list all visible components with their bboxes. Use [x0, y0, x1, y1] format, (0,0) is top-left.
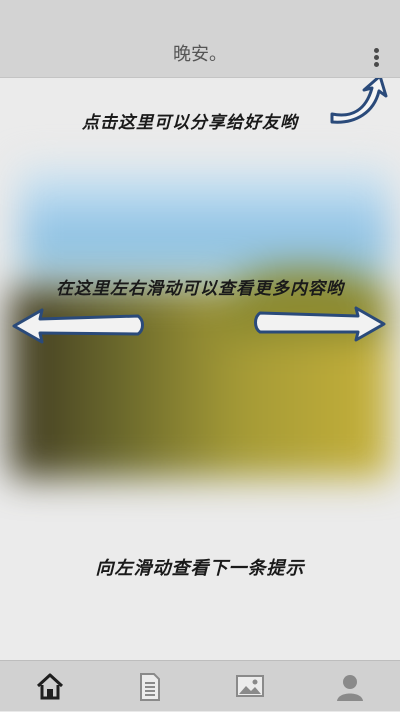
share-pointer-arrow-icon: [330, 78, 388, 124]
swipe-content-hint-text: 在这里左右滑动可以查看更多内容哟: [56, 279, 344, 299]
top-bar: 晚安。: [0, 0, 400, 78]
nav-item-home[interactable]: [0, 661, 100, 712]
content-area[interactable]: 点击这里可以分享给好友哟 在这里左右滑动可以查看更多内容哟 向左滑动查看下一条提…: [0, 78, 400, 660]
user-icon: [337, 675, 363, 701]
more-dot-bottom: [374, 62, 379, 67]
more-vertical-icon: [374, 48, 379, 53]
image-sky: [20, 168, 390, 278]
nav-item-profile[interactable]: [300, 661, 400, 712]
share-hint-text: 点击这里可以分享给好友哟: [82, 113, 298, 133]
swipe-left-arrow-icon: [12, 308, 144, 344]
bottom-navigation: [0, 660, 400, 711]
swipe-right-arrow-icon: [254, 306, 386, 342]
nav-item-image[interactable]: [200, 661, 300, 712]
home-icon: [36, 673, 64, 700]
page-title: 晚安。: [173, 44, 227, 65]
more-options-button[interactable]: [370, 44, 384, 70]
more-dot-middle: [374, 55, 379, 60]
swipe-next-hint-text: 向左滑动查看下一条提示: [95, 558, 305, 579]
document-icon: [140, 673, 160, 701]
nav-item-document[interactable]: [100, 661, 200, 712]
image-icon: [236, 675, 264, 697]
